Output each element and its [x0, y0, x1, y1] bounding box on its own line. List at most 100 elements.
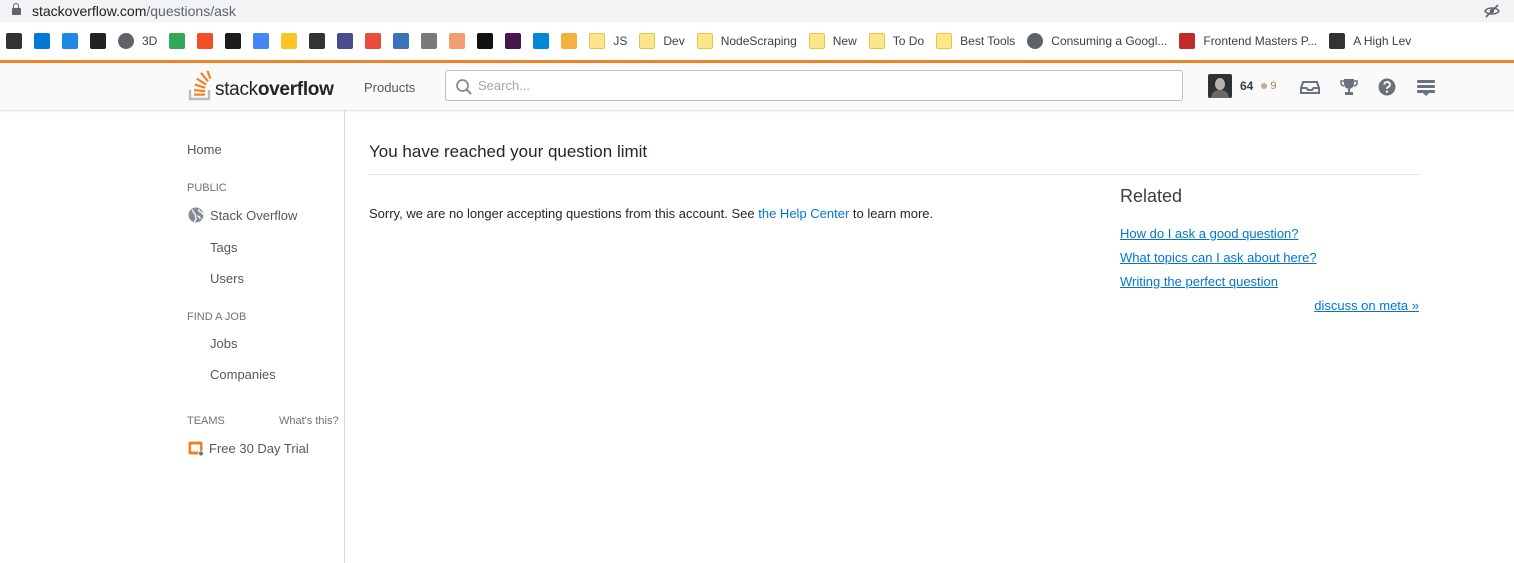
bookmark-item[interactable] — [84, 29, 112, 53]
sidebar-item-companies[interactable]: Companies — [210, 367, 276, 382]
sidebar-heading-find-a-job: FIND A JOB — [187, 311, 247, 323]
bookmark-item[interactable] — [275, 29, 303, 53]
globe-icon — [1027, 33, 1044, 49]
bookmark-item[interactable] — [359, 29, 387, 53]
bookmark-item[interactable] — [163, 29, 191, 53]
lock-icon — [12, 2, 21, 16]
sidebar-heading-public: PUBLIC — [187, 182, 227, 194]
folder-icon — [639, 33, 656, 49]
bookmark-item[interactable]: Consuming a Googl... — [1021, 29, 1173, 53]
limit-message: Sorry, we are no longer accepting questi… — [369, 206, 934, 221]
user-card[interactable]: 64 9 — [1208, 74, 1276, 98]
bookmark-item[interactable] — [247, 29, 275, 53]
avatar[interactable] — [1208, 74, 1232, 98]
bookmark-item[interactable] — [331, 29, 359, 53]
bookmark-label: Consuming a Googl... — [1051, 34, 1168, 48]
site-header: stackoverflow Products 64 9 — [0, 63, 1514, 111]
help-center-link[interactable]: the Help Center — [758, 206, 849, 221]
box-icon — [309, 33, 326, 49]
bookmark-item[interactable]: NodeScraping — [691, 29, 803, 53]
bookmark-item[interactable] — [191, 29, 219, 53]
bookmark-item[interactable]: To Do — [863, 29, 930, 53]
search-box[interactable] — [445, 70, 1183, 101]
search-box-icon — [421, 33, 438, 49]
bookmark-item[interactable] — [443, 29, 471, 53]
related-link[interactable]: Writing the perfect question — [1120, 274, 1278, 289]
bookmark-item[interactable] — [303, 29, 331, 53]
globe-icon — [118, 33, 134, 49]
sidebar-item-jobs[interactable]: Jobs — [210, 336, 237, 351]
bookmark-label: JS — [613, 34, 628, 48]
bookmark-item[interactable]: JS — [583, 29, 633, 53]
bookmark-item[interactable] — [415, 29, 443, 53]
bookmark-item[interactable]: Best Tools — [930, 29, 1021, 53]
teams-briefcase-icon — [188, 440, 204, 457]
related-link[interactable]: How do I ask a good question? — [1120, 226, 1299, 241]
page-title: You have reached your question limit — [369, 142, 648, 161]
stackoverflow-logo[interactable]: stackoverflow — [188, 71, 334, 101]
address-url[interactable]: stackoverflow.com/questions/ask — [32, 3, 236, 19]
bookmark-label: New — [832, 34, 857, 48]
related-heading: Related — [1120, 186, 1183, 206]
bookmark-item[interactable]: 3D — [112, 29, 163, 53]
bookmark-item[interactable]: Dev — [633, 29, 690, 53]
swatch-icon — [365, 33, 382, 49]
sidebar-item-stack-overflow-label: Stack Overflow — [210, 207, 298, 223]
sidebar-item-tags[interactable]: Tags — [210, 240, 237, 255]
bookmark-label: Dev — [663, 34, 685, 48]
achievements-icon[interactable] — [1339, 77, 1359, 97]
azure-devops-icon — [34, 33, 50, 49]
bookmark-item[interactable]: A High Lev — [1323, 29, 1417, 53]
inbox-icon[interactable] — [1300, 77, 1320, 97]
azure-icon — [533, 33, 550, 49]
whats-this-link[interactable]: What's this? — [279, 415, 339, 427]
bookmark-label: NodeScraping — [720, 34, 797, 48]
bookmark-label: A High Lev — [1353, 34, 1412, 48]
bookmark-label: Frontend Masters P... — [1203, 34, 1318, 48]
bronze-badge-count: 9 — [1261, 80, 1276, 92]
package-icon — [561, 33, 578, 49]
bookmark-item[interactable] — [471, 29, 499, 53]
codesandbox-icon — [1329, 33, 1346, 49]
bookmark-label: To Do — [892, 34, 925, 48]
angular-icon — [225, 33, 242, 49]
bookmark-item[interactable] — [527, 29, 555, 53]
help-icon[interactable] — [1377, 77, 1397, 97]
discuss-on-meta-link[interactable]: discuss on meta » — [1314, 298, 1419, 313]
eye-off-icon[interactable] — [1484, 3, 1500, 19]
bookmarks-bar: 3D JS Dev NodeScraping New To Do Best Tools Con… — [0, 22, 1514, 60]
bookmark-item[interactable]: Frontend Masters P... — [1173, 29, 1323, 53]
fm-icon — [1179, 33, 1196, 49]
sidebar-item-users[interactable]: Users — [210, 271, 244, 286]
bookmark-item[interactable] — [499, 29, 527, 53]
sidebar-item-home[interactable]: Home — [187, 142, 222, 157]
title-divider — [369, 174, 1420, 175]
checkmark-icon — [62, 33, 78, 49]
folder-icon — [936, 33, 953, 49]
code-icon — [169, 33, 186, 49]
bookmark-item[interactable] — [0, 29, 28, 53]
bookmark-label: Best Tools — [960, 34, 1016, 48]
sidebar-item-stack-overflow[interactable]: Stack Overflow — [188, 207, 297, 223]
bookmark-item[interactable]: New — [803, 29, 863, 53]
windows-icon — [197, 33, 214, 49]
site-switcher-icon[interactable] — [1416, 77, 1436, 97]
browser-address-bar[interactable]: stackoverflow.com/questions/ask — [0, 0, 1514, 22]
related-link[interactable]: What topics can I ask about here? — [1120, 250, 1317, 265]
bookmark-item[interactable] — [555, 29, 583, 53]
google-icon — [253, 33, 270, 49]
museum-icon — [90, 33, 106, 49]
products-menu[interactable]: Products — [352, 73, 427, 101]
bookmark-item[interactable] — [219, 29, 247, 53]
bookmark-item[interactable] — [387, 29, 415, 53]
folder-icon — [696, 33, 713, 49]
sidebar-item-free-trial[interactable]: Free 30 Day Trial — [188, 440, 309, 457]
search-input[interactable] — [478, 71, 1168, 100]
bookmark-item[interactable] — [56, 29, 84, 53]
globe-icon — [188, 207, 204, 223]
js-icon — [337, 33, 354, 49]
hexagon-icon — [449, 33, 466, 49]
app-icon — [6, 33, 22, 49]
folder-icon — [808, 33, 825, 49]
bookmark-item[interactable] — [28, 29, 56, 53]
